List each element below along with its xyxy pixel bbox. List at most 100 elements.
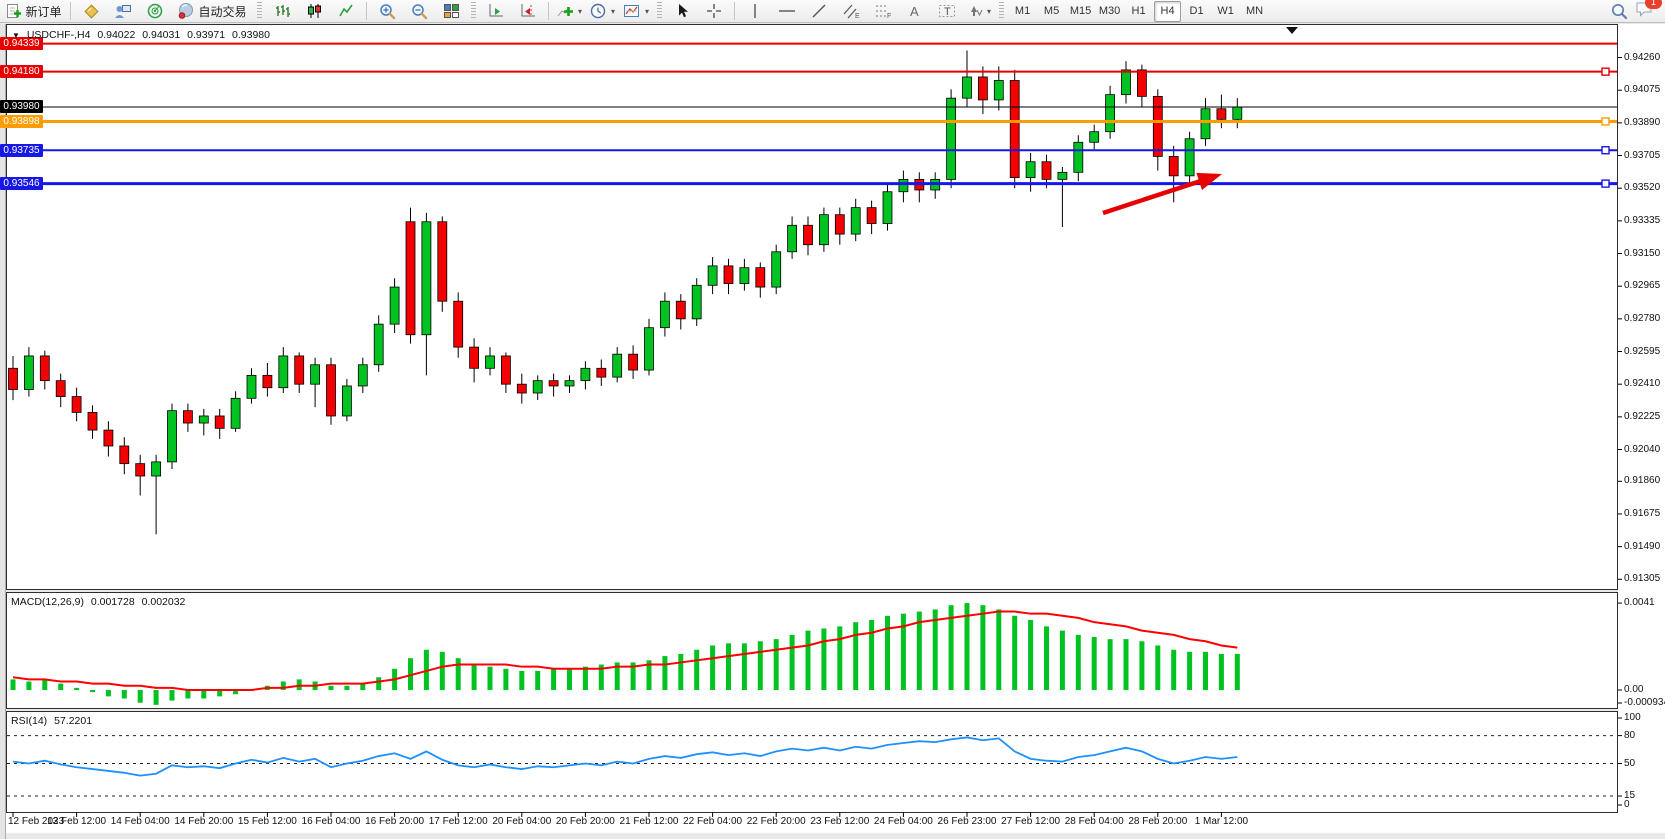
text-tool-button[interactable]: A (899, 0, 931, 22)
gold-diamond-icon (82, 2, 100, 20)
arrow-shapes-icon (967, 3, 983, 19)
candlestick-icon (306, 3, 323, 19)
rsi-header: RSI(14) 57.2201 (11, 715, 96, 727)
chart-title: ▼ USDCHF-,H4 0.94022 0.94031 0.93971 0.9… (12, 29, 274, 41)
equidistant-channel-tool-button[interactable]: E (835, 0, 867, 22)
high-value: 0.94031 (142, 29, 180, 41)
timeframe-mn[interactable]: MN (1241, 1, 1268, 22)
text-label-icon: T (938, 3, 956, 19)
auto-scroll-button[interactable] (480, 0, 512, 22)
crosshair-tool-button[interactable] (698, 0, 730, 22)
svg-text:F: F (887, 13, 891, 19)
macd-pane[interactable] (6, 592, 1618, 709)
arrows-tool-button[interactable]: ▾ (963, 0, 995, 22)
crosshair-icon (706, 3, 722, 19)
trendline-tool-button[interactable] (803, 0, 835, 22)
clock-icon (590, 3, 607, 20)
timeframe-m1[interactable]: M1 (1009, 1, 1036, 22)
horizontal-line-icon (778, 3, 796, 19)
bar-chart-mode-button[interactable] (266, 0, 298, 22)
auto-scroll-icon (488, 3, 505, 19)
notification-count-badge: 1 (1645, 0, 1662, 9)
dropdown-arrow-icon: ▾ (987, 7, 991, 16)
chart-shift-button[interactable] (512, 0, 544, 22)
timeframe-h1[interactable]: H1 (1125, 1, 1152, 22)
rsi-value: 57.2201 (54, 715, 92, 727)
line-chart-mode-button[interactable] (330, 0, 362, 22)
rsi-label: RSI(14) (11, 715, 47, 727)
svg-text:E: E (855, 13, 860, 19)
person-monitor-icon (114, 2, 132, 20)
ohlc-bars-icon (274, 3, 291, 19)
market-watch-button[interactable] (75, 0, 107, 22)
timeframe-toolbar: M1M5M15M30H1H4D1W1MN (1008, 1, 1269, 22)
svg-text:A: A (910, 4, 919, 19)
toolbar-right-group: 1 (1603, 0, 1663, 23)
collapse-icon[interactable]: ▼ (12, 31, 20, 40)
autotrading-button[interactable]: 自动交易 (171, 0, 253, 22)
timeframe-h4[interactable]: H4 (1154, 1, 1181, 22)
timeframe-m5[interactable]: M5 (1038, 1, 1065, 22)
dropdown-arrow-icon: ▾ (611, 7, 615, 16)
strategy-tester-button[interactable] (139, 0, 171, 22)
data-window-button[interactable] (107, 0, 139, 22)
horizontal-line-tool-button[interactable] (771, 0, 803, 22)
timeframe-m15[interactable]: M15 (1067, 1, 1094, 22)
label-tool-button[interactable]: T (931, 0, 963, 22)
tile-windows-icon (443, 3, 460, 19)
fibonacci-tool-button[interactable]: F (867, 0, 899, 22)
toolbar: 新订单 自动交易 (0, 0, 1665, 23)
macd-header: MACD(12,26,9) 0.001728 0.002032 (11, 596, 189, 608)
cursor-tool-button[interactable] (666, 0, 698, 22)
line-chart-icon (338, 3, 355, 19)
radar-icon (146, 2, 164, 20)
timeframe-d1[interactable]: D1 (1183, 1, 1210, 22)
new-order-label: 新订单 (25, 3, 61, 20)
separator (734, 2, 735, 20)
low-value: 0.93971 (187, 29, 225, 41)
vertical-line-tool-button[interactable] (739, 0, 771, 22)
periods-button[interactable]: ▾ (586, 0, 619, 22)
autotrading-ball-icon (177, 2, 195, 20)
new-order-icon (6, 3, 22, 19)
open-value: 0.94022 (97, 29, 135, 41)
dropdown-arrow-icon: ▾ (645, 7, 649, 16)
channel-icon: E (842, 3, 860, 19)
toolbar-grip[interactable] (257, 2, 262, 20)
vertical-line-icon (748, 3, 762, 19)
price-axis-scale[interactable] (1618, 24, 1665, 832)
toolbar-grip[interactable] (471, 2, 476, 20)
dropdown-arrow-icon: ▾ (578, 7, 582, 16)
mt4-terminal-window: 新订单 自动交易 (0, 0, 1665, 839)
zoom-in-button[interactable] (371, 0, 403, 22)
time-axis-scale[interactable] (6, 813, 1665, 833)
separator (70, 2, 71, 20)
chart-shift-icon (520, 3, 537, 19)
template-icon (623, 3, 641, 19)
notifications-button[interactable]: 1 (1635, 0, 1655, 23)
search-button[interactable] (1603, 0, 1635, 22)
tile-windows-button[interactable] (435, 0, 467, 22)
rsi-pane[interactable] (6, 711, 1618, 813)
zoom-in-icon (379, 3, 396, 20)
indicators-button[interactable]: ▾ (553, 0, 586, 22)
zoom-out-button[interactable] (403, 0, 435, 22)
macd-main-value: 0.001728 (91, 596, 135, 608)
separator (548, 2, 549, 20)
symbol-label: USDCHF-,H4 (27, 29, 91, 41)
new-order-button[interactable]: 新订单 (2, 0, 66, 22)
toolbar-grip[interactable] (999, 2, 1004, 20)
search-icon (1610, 2, 1628, 20)
left-gutter (0, 24, 6, 839)
candlestick-mode-button[interactable] (298, 0, 330, 22)
timeframe-w1[interactable]: W1 (1212, 1, 1239, 22)
templates-button[interactable]: ▾ (619, 0, 653, 22)
timeframe-m30[interactable]: M30 (1096, 1, 1123, 22)
price-chart-pane[interactable] (6, 24, 1618, 590)
separator (366, 2, 367, 20)
close-value: 0.93980 (232, 29, 270, 41)
zoom-out-icon (411, 3, 428, 20)
indicators-plus-icon (557, 3, 574, 19)
toolbar-grip[interactable] (657, 2, 662, 20)
text-a-icon: A (908, 3, 922, 19)
